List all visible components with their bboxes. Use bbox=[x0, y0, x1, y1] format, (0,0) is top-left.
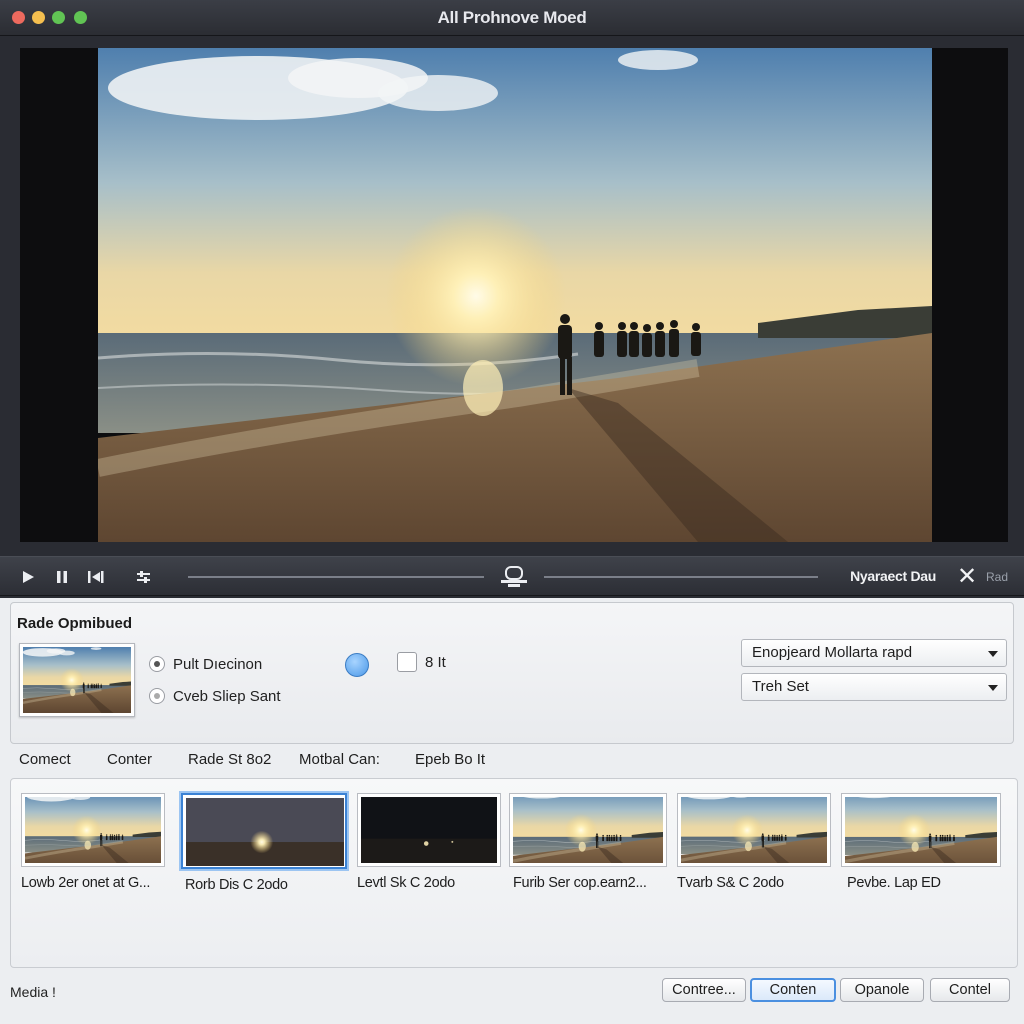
chevron-down-icon bbox=[988, 685, 998, 691]
play-button[interactable] bbox=[14, 557, 42, 597]
dropdown-1[interactable]: Enopjeard Mollarta rapd bbox=[741, 639, 1007, 667]
clip-label: Tvarb S& C 2odo bbox=[677, 875, 784, 891]
tab-3[interactable]: Rade St 8o2 bbox=[188, 751, 271, 768]
radio-selected-icon bbox=[149, 656, 165, 672]
app-window: All Prohnove Moed Nyaraect Dau ✕ Rad Rad… bbox=[0, 0, 1024, 1024]
tab-4[interactable]: Motbal Can: bbox=[299, 751, 380, 768]
checkbox-label: 8 It bbox=[425, 653, 446, 671]
video-viewer[interactable] bbox=[20, 48, 1008, 542]
clip-label: Levtl Sk C 2odo bbox=[357, 875, 455, 891]
tab-5[interactable]: Epeb Bo It bbox=[415, 751, 485, 768]
footer-button-4[interactable]: Contel bbox=[930, 978, 1010, 1002]
clip-label: Pevbe. Lap ED bbox=[847, 875, 941, 891]
tab-bar: Comect Conter Rade St 8o2 Motbal Can: Ep… bbox=[10, 746, 1014, 776]
step-forward-icon bbox=[88, 571, 104, 583]
dropdown-2[interactable]: Treh Set bbox=[741, 673, 1007, 701]
footer-button-3[interactable]: Opanole bbox=[840, 978, 924, 1002]
close-icon[interactable]: ✕ bbox=[954, 563, 980, 591]
tab-1[interactable]: Comect bbox=[19, 751, 71, 768]
dropdown-2-value: Treh Set bbox=[752, 678, 809, 695]
slider-knob[interactable] bbox=[345, 653, 369, 677]
clip-gallery: Lowb 2er onet at G... Rorb Dis C 2odo Le… bbox=[10, 778, 1018, 968]
options-title: Rade Opmibued bbox=[17, 615, 133, 632]
pause-icon bbox=[57, 571, 67, 583]
radio-option-1-label: Pult Dıecinon bbox=[173, 655, 263, 673]
preview-image bbox=[23, 647, 131, 713]
checkbox-option[interactable]: 8 It bbox=[397, 652, 446, 672]
settings-button[interactable] bbox=[130, 557, 158, 597]
next-frame-button[interactable] bbox=[82, 557, 110, 597]
footer-button-primary[interactable]: Conten bbox=[750, 978, 836, 1002]
clip-item[interactable]: Tvarb S& C 2odo bbox=[677, 793, 831, 891]
preview-thumbnail bbox=[19, 643, 135, 717]
options-panel: Rade Opmibued Pult Dıecinon Cveb Sliep S… bbox=[0, 598, 1024, 1024]
radio-option-1[interactable]: Pult Dıecinon bbox=[149, 653, 262, 675]
clip-item-selected[interactable]: Rorb Dis C 2odo bbox=[181, 793, 347, 893]
options-group: Rade Opmibued Pult Dıecinon Cveb Sliep S… bbox=[10, 602, 1014, 744]
tab-2[interactable]: Conter bbox=[107, 751, 152, 768]
close-label: Rad bbox=[986, 570, 1009, 584]
beach-sunset-frame bbox=[98, 48, 932, 542]
clip-label: Furib Ser cop.earn2... bbox=[513, 875, 647, 891]
clip-thumbnail bbox=[509, 793, 667, 867]
clip-thumbnail bbox=[181, 793, 347, 869]
radio-option-2[interactable]: Cveb Sliep Sant bbox=[149, 685, 281, 707]
clip-thumbnail bbox=[357, 793, 501, 867]
transport-status-label: Nyaraect Dau bbox=[850, 568, 936, 584]
play-icon bbox=[23, 571, 34, 583]
footer-button-1[interactable]: Contree... bbox=[662, 978, 746, 1002]
clip-item[interactable]: Lowb 2er onet at G... bbox=[21, 793, 165, 891]
radio-unselected-icon bbox=[149, 688, 165, 704]
timeline-track-right[interactable] bbox=[544, 576, 818, 578]
clip-thumbnail bbox=[21, 793, 165, 867]
pause-button[interactable] bbox=[48, 557, 76, 597]
dropdown-1-value: Enopjeard Mollarta rapd bbox=[752, 644, 913, 661]
chevron-down-icon bbox=[988, 651, 998, 657]
title-bar: All Prohnove Moed bbox=[0, 0, 1024, 36]
radio-option-2-label: Cveb Sliep Sant bbox=[173, 687, 281, 705]
clip-label: Lowb 2er onet at G... bbox=[21, 875, 151, 891]
clip-item[interactable]: Furib Ser cop.earn2... bbox=[509, 793, 667, 891]
sliders-icon bbox=[137, 571, 150, 583]
video-frame bbox=[98, 48, 932, 542]
window-title: All Prohnove Moed bbox=[437, 8, 587, 27]
playhead-handle[interactable] bbox=[498, 557, 530, 597]
clip-thumbnail bbox=[841, 793, 1001, 867]
clip-item[interactable]: Levtl Sk C 2odo bbox=[357, 793, 501, 891]
checkbox-box[interactable] bbox=[397, 652, 417, 672]
status-text: Media ! bbox=[10, 984, 56, 1000]
transport-bar: Nyaraect Dau ✕ Rad bbox=[0, 556, 1024, 596]
playhead-icon bbox=[501, 566, 527, 587]
clip-item[interactable]: Pevbe. Lap ED bbox=[841, 793, 1001, 891]
clip-thumbnail bbox=[677, 793, 831, 867]
clip-label: Rorb Dis C 2odo bbox=[185, 877, 288, 893]
timeline-track-left[interactable] bbox=[188, 576, 484, 578]
